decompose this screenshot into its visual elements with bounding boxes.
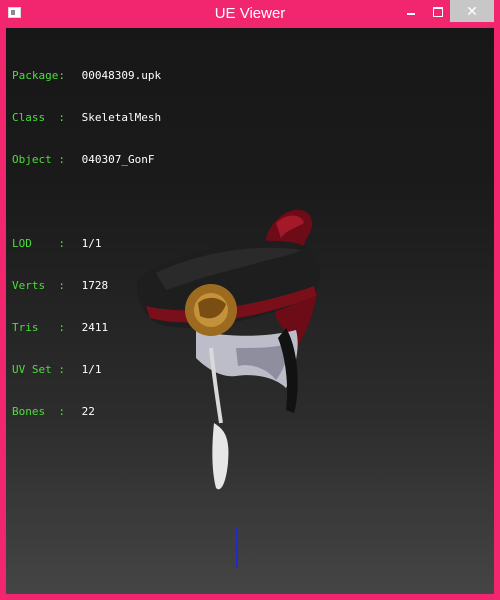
z-axis-line [236,528,238,568]
class-value: SkeletalMesh [81,111,162,124]
title-bar[interactable]: UE Viewer ✕ [0,0,500,28]
package-label: Package: [12,69,65,82]
3d-viewport[interactable]: Package: 00048309.upk Class : SkeletalMe… [6,28,494,594]
info-row-class: Class : SkeletalMesh [12,111,161,125]
hat-model[interactable] [126,198,346,498]
class-label: Class : [12,111,65,124]
uvset-label: UV Set : [12,363,65,376]
tris-value: 2411 [81,321,109,334]
package-value: 00048309.upk [81,69,162,82]
bones-value: 22 [81,405,95,418]
object-label: Object : [12,153,65,166]
tassel-end [212,423,229,490]
app-window: UE Viewer ✕ Package: 00048309.upk Class … [0,0,500,600]
close-icon: ✕ [466,3,478,19]
minimize-icon [407,13,415,15]
tris-label: Tris : [12,321,65,334]
info-row-package: Package: 00048309.upk [12,69,161,83]
lod-value: 1/1 [81,237,102,250]
maximize-button[interactable] [424,0,450,22]
verts-value: 1728 [81,279,109,292]
minimize-button[interactable] [398,0,424,22]
object-value: 040307_GonF [81,153,155,166]
uvset-value: 1/1 [81,363,102,376]
info-row-object: Object : 040307_GonF [12,153,161,167]
bones-label: Bones : [12,405,65,418]
maximize-icon [433,7,443,17]
close-button[interactable]: ✕ [450,0,494,22]
lod-label: LOD : [12,237,65,250]
verts-label: Verts : [12,279,65,292]
